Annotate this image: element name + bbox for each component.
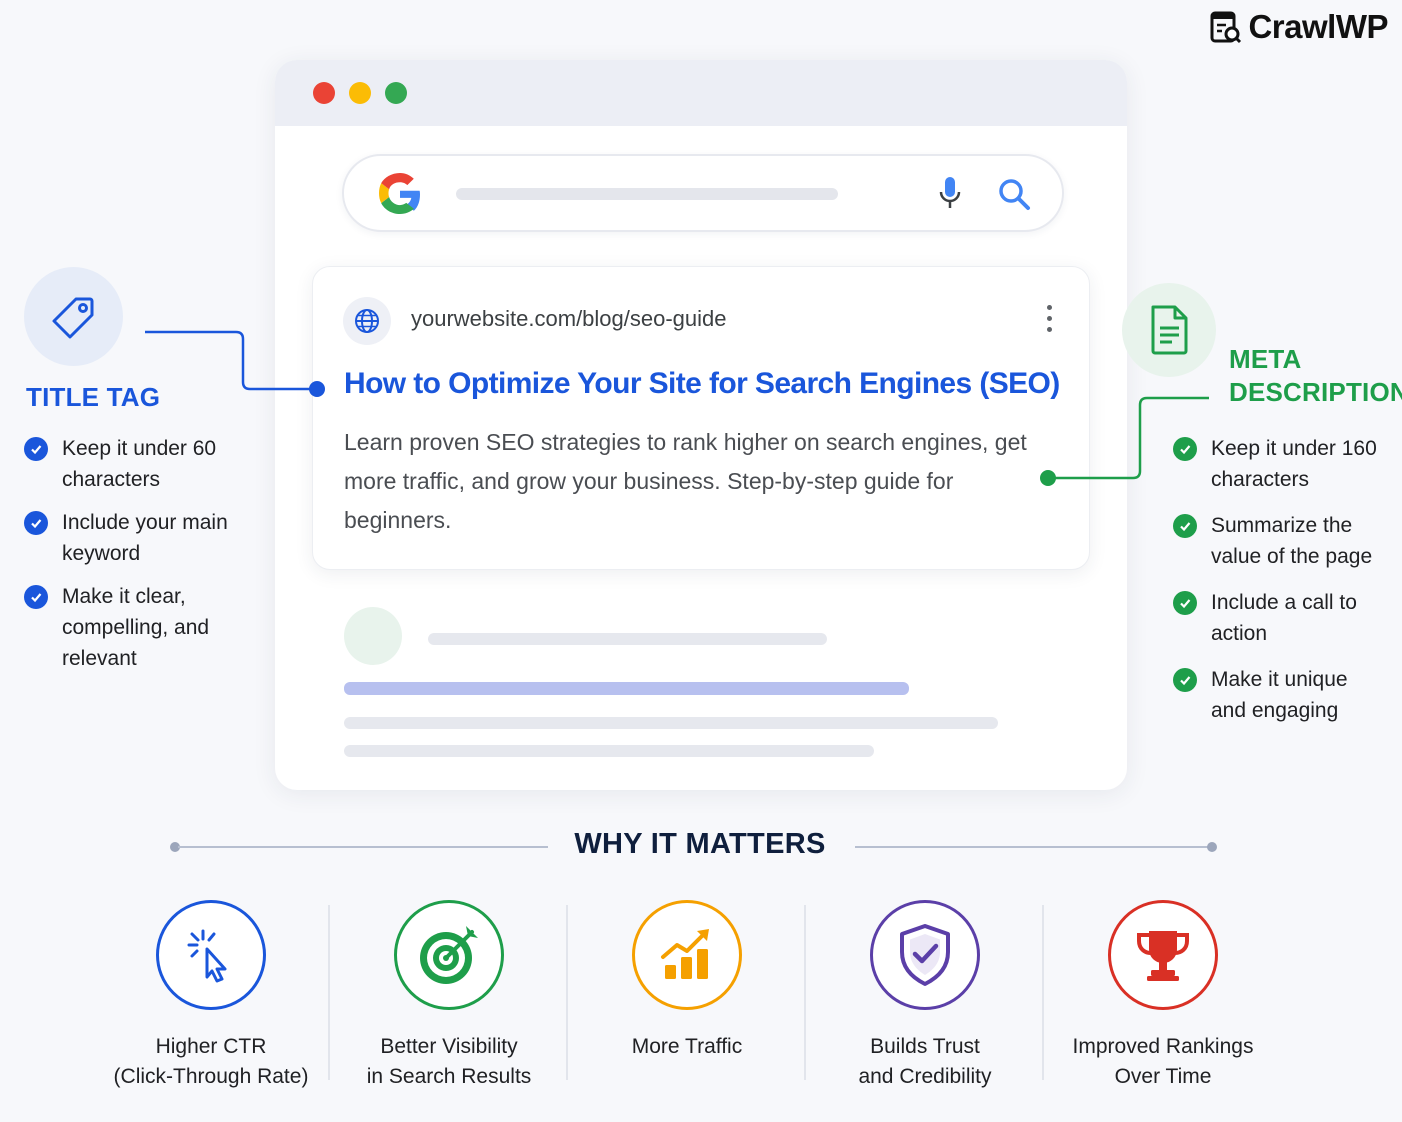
benefit-more-traffic: More Traffic (568, 895, 806, 1092)
benefit-rankings: Improved Rankings Over Time (1044, 895, 1282, 1092)
title-tag-icon-circle (24, 267, 123, 366)
trophy-icon (1137, 931, 1189, 981)
click-cursor-icon (187, 929, 227, 983)
growth-chart-icon (661, 929, 709, 979)
benefit-visibility: Better Visibility in Search Results (330, 895, 568, 1092)
target-icon (420, 926, 478, 984)
benefit-icon-circle (394, 900, 504, 1010)
section-divider (178, 846, 548, 848)
check-icon (1173, 668, 1197, 692)
benefit-label: Builds Trust and Credibility (858, 1035, 992, 1088)
benefit-icon-circle (1108, 900, 1218, 1010)
check-icon (1173, 437, 1197, 461)
section-divider (855, 846, 1210, 848)
document-icon (1151, 305, 1188, 355)
title-tag-heading: TITLE TAG (26, 382, 161, 412)
benefits-row: Higher CTR (Click-Through Rate) Better V… (92, 895, 1312, 1092)
benefit-label: Better Visibility in Search Results (366, 1035, 532, 1088)
title-tag-checklist: Keep it under 60 characters Include your… (24, 433, 232, 674)
check-icon (1173, 591, 1197, 615)
meta-description-heading: META DESCRIPTION (1229, 344, 1402, 407)
list-item: Include a call to action (1173, 587, 1381, 649)
benefit-icon-circle (632, 900, 742, 1010)
list-item: Keep it under 60 characters (24, 433, 232, 495)
benefit-label: More Traffic (631, 1035, 743, 1058)
benefit-icon-circle (156, 900, 266, 1010)
list-item: Make it unique and engaging (1173, 664, 1381, 726)
shield-check-icon (900, 924, 950, 986)
list-item: Make it clear, compelling, and relevant (24, 581, 232, 674)
check-icon (1173, 514, 1197, 538)
why-it-matters-heading: WHY IT MATTERS (574, 828, 826, 860)
benefit-trust: Builds Trust and Credibility (806, 895, 1044, 1092)
benefit-icon-circle (870, 900, 980, 1010)
check-icon (24, 437, 48, 461)
meta-description-checklist: Keep it under 160 characters Summarize t… (1173, 433, 1381, 726)
list-item: Summarize the value of the page (1173, 510, 1381, 572)
check-icon (24, 511, 48, 535)
tag-icon (52, 297, 93, 338)
benefit-higher-ctr: Higher CTR (Click-Through Rate) (92, 895, 330, 1092)
check-icon (24, 585, 48, 609)
benefit-label: Higher CTR (Click-Through Rate) (113, 1035, 309, 1088)
meta-description-icon-circle (1122, 283, 1216, 377)
list-item: Include your main keyword (24, 507, 232, 569)
benefit-label: Improved Rankings Over Time (1072, 1035, 1254, 1088)
divider-end-dot (1207, 842, 1217, 852)
list-item: Keep it under 160 characters (1173, 433, 1381, 495)
